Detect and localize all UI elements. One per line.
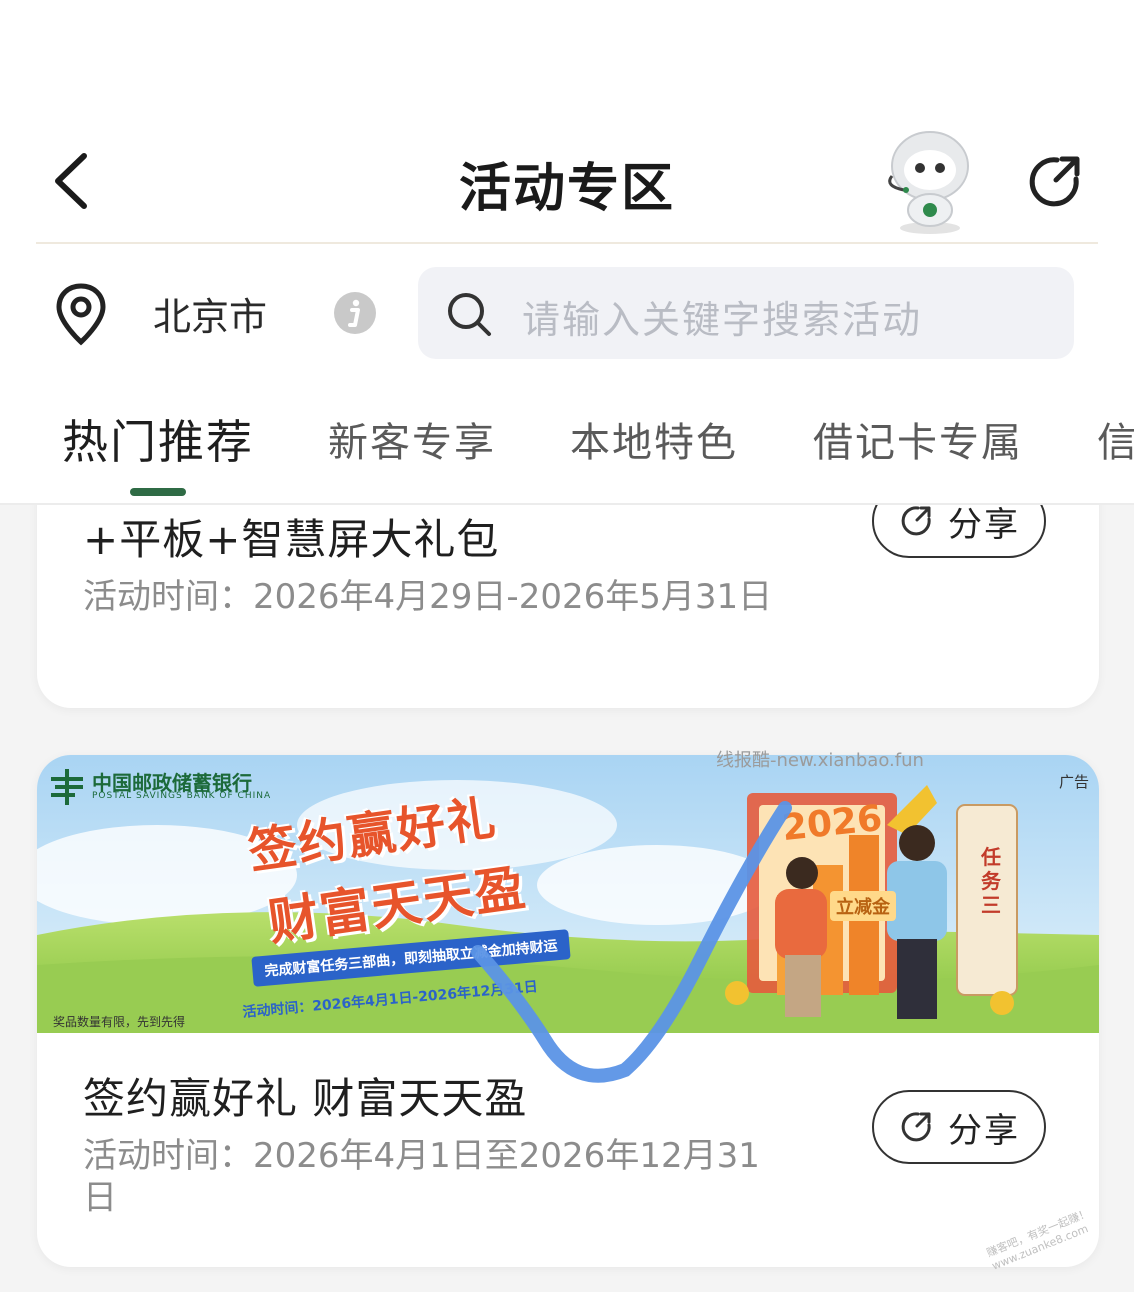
- banner-footnote: 奖品数量有限，先到先得: [53, 1015, 186, 1029]
- activity-banner[interactable]: 中国邮政储蓄银行 POSTAL SAVINGS BANK OF CHINA 广告…: [37, 755, 1099, 1033]
- search-bar[interactable]: 请输入关键字搜索活动: [418, 267, 1074, 359]
- watermark-text: 线报酷-new.xianbao.fun: [716, 750, 924, 771]
- share-icon: [901, 506, 931, 536]
- activity-card[interactable]: 中国邮政储蓄银行 POSTAL SAVINGS BANK OF CHINA 广告…: [37, 755, 1099, 1267]
- location-pin-icon[interactable]: [54, 282, 108, 346]
- activity-date: 活动时间：2026年4月29日-2026年5月31日: [83, 577, 773, 617]
- tab-debit-card[interactable]: 借记卡专属: [813, 410, 1023, 468]
- bank-name-en: POSTAL SAVINGS BANK OF CHINA: [92, 791, 272, 801]
- current-city[interactable]: 北京市: [153, 286, 267, 341]
- search-icon: [448, 293, 491, 336]
- share-label: 分享: [948, 1110, 1020, 1151]
- robot-assistant-icon[interactable]: [880, 126, 980, 236]
- share-button[interactable]: 分享: [872, 1090, 1046, 1164]
- banner-gold-label: 立减金: [830, 891, 896, 921]
- tab-credit-card[interactable]: 信: [1097, 410, 1134, 468]
- activity-date: 活动时间：2026年4月1日至2026年12月31日: [83, 1136, 760, 1218]
- share-icon[interactable]: [1024, 152, 1084, 212]
- tab-local-feature[interactable]: 本地特色: [570, 410, 738, 468]
- page-header: 活动专区 北京市 请输入关键字搜索活动 热门推荐 新客专享 本地特色 借记卡专属…: [0, 0, 1134, 505]
- search-input[interactable]: 请输入关键字搜索活动: [522, 289, 922, 344]
- tab-new-customer[interactable]: 新客专享: [328, 410, 496, 468]
- activity-title: +平板+智慧屏大礼包: [83, 515, 500, 564]
- banner-task-label: 任务三: [981, 845, 1001, 917]
- info-icon[interactable]: [333, 291, 377, 335]
- share-icon: [901, 1112, 931, 1142]
- tab-active-indicator: [130, 488, 186, 496]
- category-tabs: 热门推荐 新客专享 本地特色 借记卡专属 信: [0, 400, 1134, 480]
- header-bottom-border: [0, 503, 1134, 505]
- header-divider: [36, 242, 1098, 244]
- activity-title: 签约赢好礼 财富天天盈: [83, 1074, 528, 1123]
- ad-label: 广告: [1058, 773, 1089, 791]
- tab-hot-recommend[interactable]: 热门推荐: [62, 406, 254, 472]
